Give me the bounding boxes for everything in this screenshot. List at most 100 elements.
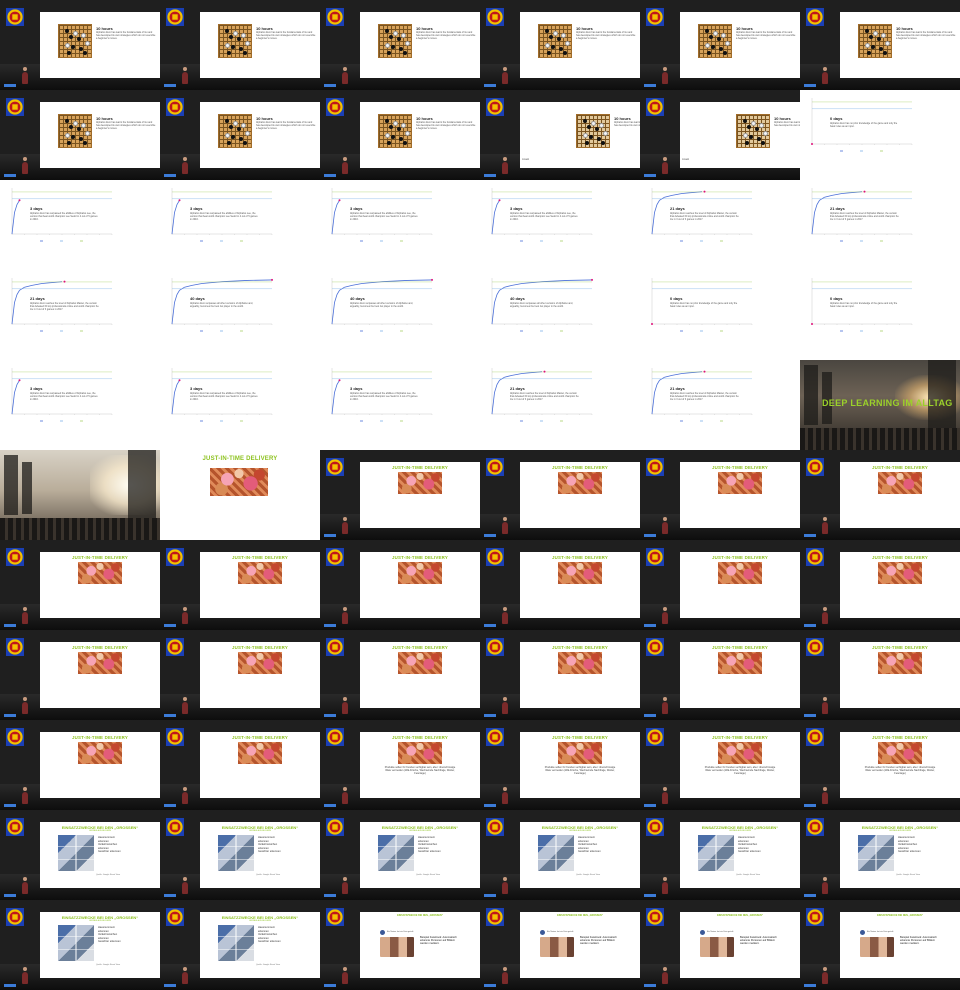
video-frame: 3 days AlphaGo Zero has surpassed the abi… [0, 180, 160, 270]
profile-avatar [700, 930, 705, 935]
projected-slide: JUST-IN-TIME DELIVERY [680, 552, 800, 618]
speaker [662, 67, 668, 84]
university-logo-icon [326, 638, 344, 656]
projected-slide: JUST-IN-TIME DELIVERY [200, 642, 320, 708]
slide: 3 days AlphaGo Zero has surpassed the abi… [320, 360, 480, 450]
go-board [858, 24, 892, 58]
white-stone [233, 121, 238, 126]
white-stone [885, 41, 890, 46]
bullet-list: Hausnummern erkennen Verkehrszeichen erkenn… [898, 836, 921, 854]
university-logo-icon [486, 728, 504, 746]
slide: 3 days AlphaGo Zero has surpassed the abi… [0, 180, 160, 270]
status-bar [324, 714, 336, 717]
black-stone [389, 35, 393, 39]
university-logo-icon [806, 8, 824, 26]
black-stone [877, 37, 881, 41]
chart-axes [651, 368, 752, 415]
status-bar [804, 84, 816, 87]
university-logo-icon [326, 548, 344, 566]
white-stone [591, 121, 596, 126]
university-logo-icon [646, 638, 664, 656]
slide-title: JUST-IN-TIME DELIVERY [392, 645, 448, 650]
slide-subtitle: LERNEN AUS BILDERN [249, 920, 271, 922]
black-stone [597, 137, 601, 141]
slide: 21 days AlphaGo Zero reaches the level of… [800, 180, 960, 270]
university-logo-icon [486, 548, 504, 566]
video-frame: JUST-IN-TIME DELIVERY Produkte sollen für… [480, 720, 640, 810]
projected-slide: 10 hoursAlphaGo Zero has learnt the fund… [40, 102, 160, 168]
image-caption: Joseki [522, 158, 530, 161]
status-bar [164, 984, 176, 987]
video-frame: JUST-IN-TIME DELIVERY [320, 540, 480, 630]
status-bar [644, 714, 656, 717]
speaker [662, 607, 668, 624]
slide-title: EINSATZZWECKE BEI DEN „GROSSEN“ [557, 914, 603, 917]
status-bar [804, 624, 816, 627]
black-stone [585, 141, 589, 145]
chart-axes [491, 278, 592, 325]
slide-body-text: Beispiel Facebook: Automatisch erkannte … [420, 936, 457, 946]
white-stone [759, 123, 764, 128]
video-frame: 3 days AlphaGo Zero has surpassed the abi… [160, 180, 320, 270]
speaker [502, 967, 508, 984]
speaker [22, 787, 28, 804]
university-logo-icon [166, 728, 184, 746]
black-stone [707, 51, 711, 55]
university-logo-icon [326, 458, 344, 476]
white-stone [553, 31, 558, 36]
speaker [502, 787, 508, 804]
projected-slide: EINSATZZWECKE BEI DEN „GROSSEN“ Ein Nutze… [360, 912, 480, 978]
status-bar [484, 534, 496, 537]
white-stone [393, 31, 398, 36]
black-stone [559, 47, 563, 51]
projected-slide: JUST-IN-TIME DELIVERY [520, 552, 640, 618]
video-frame: 0 days AlphaGo Zero has no prior knowledg… [640, 270, 800, 360]
speaker [22, 607, 28, 624]
video-frame: EINSATZZWECKE BEI DEN „GROSSEN“ Ein Nutze… [800, 900, 960, 990]
profile-avatar [860, 930, 865, 935]
sushi-photo [238, 742, 282, 764]
slide-body-text: AlphaGo Zero has no prior knowledge of t… [830, 122, 898, 128]
slide-title: JUST-IN-TIME DELIVERY [712, 555, 768, 560]
building [804, 365, 818, 425]
go-board [576, 114, 610, 148]
status-bar [484, 624, 496, 627]
slide-heading: 0 days [830, 116, 843, 121]
status-bar [804, 804, 816, 807]
black-stone [79, 47, 83, 51]
slide-body-text: Produkte sollen für Kunden verfügbar sei… [864, 766, 936, 775]
slide-title: JUST-IN-TIME DELIVERY [712, 465, 768, 470]
projected-slide: EINSATZZWECKE BEI DEN „GROSSEN“ LERNEN AU… [200, 822, 320, 888]
university-logo-icon [166, 548, 184, 566]
black-stone [71, 135, 75, 139]
video-frame: 3 days AlphaGo Zero has surpassed the abi… [320, 360, 480, 450]
chart-axes [651, 188, 752, 235]
bullet-list: Hausnummern erkennen Verkehrszeichen erkenn… [98, 836, 121, 854]
slide-body-text: AlphaGo Zero has learnt the fundamentals… [896, 31, 956, 40]
black-stone [743, 119, 747, 123]
chart-axes [11, 278, 112, 325]
speaker [22, 157, 28, 174]
slide-body-text: AlphaGo Zero has learnt the fundamentals… [96, 31, 156, 40]
slide-subtitle: LERNEN AUS BILDERN [89, 830, 111, 832]
slide-body-text: AlphaGo Zero has surpassed the abilities… [190, 392, 258, 401]
street-view-grid-image [858, 835, 894, 871]
chart-axes [11, 188, 112, 235]
slide-body-text: Produkte sollen für Kunden verfügbar sei… [704, 766, 776, 775]
black-stone [563, 51, 567, 55]
black-stone [227, 141, 231, 145]
sushi-photo [718, 562, 762, 584]
series-line-zero [11, 380, 20, 415]
black-stone [747, 125, 751, 129]
white-stone [245, 131, 250, 136]
chart-axes [491, 368, 592, 415]
projected-slide: JUST-IN-TIME DELIVERY [360, 462, 480, 528]
black-stone [229, 125, 233, 129]
university-logo-icon [806, 728, 824, 746]
bullet-item: Gesichter erkennen [98, 850, 121, 853]
slide-body-text: AlphaGo Zero has learnt the fundamentals… [256, 31, 316, 40]
series-line-zero [171, 200, 180, 235]
status-bar [644, 624, 656, 627]
black-stone [387, 141, 391, 145]
image-caption: Quelle: Google Street View [896, 874, 921, 876]
